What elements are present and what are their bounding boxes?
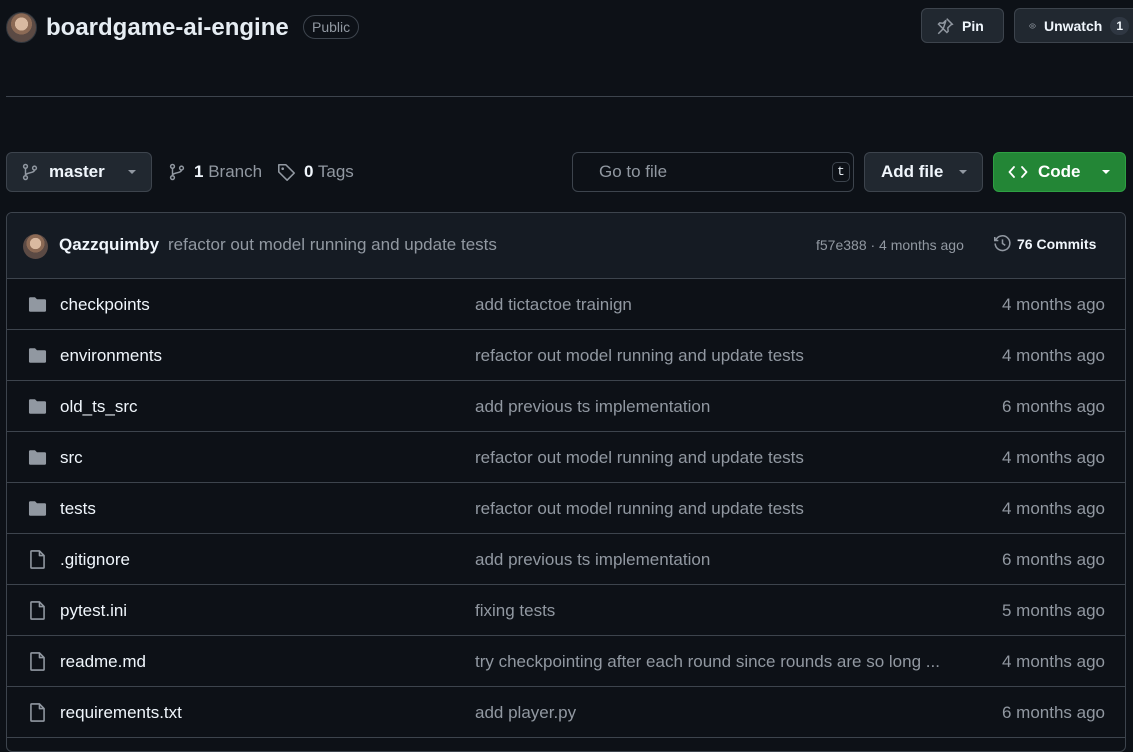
go-to-file-input[interactable]: [597, 161, 822, 183]
file-commit-message[interactable]: refactor out model running and update te…: [475, 448, 955, 468]
file-row[interactable]: environments refactor out model running a…: [7, 330, 1125, 381]
file-commit-date: 4 months ago: [1001, 346, 1105, 365]
file-commit-date: 6 months ago: [1001, 397, 1105, 416]
commits-count: 76 Commits: [1017, 235, 1097, 252]
branch-selector[interactable]: master: [6, 152, 152, 192]
branch-label: Branch: [208, 162, 263, 181]
file-icon: [27, 651, 48, 672]
folder-icon: [27, 498, 48, 519]
author-avatar[interactable]: [23, 234, 48, 259]
folder-icon: [27, 345, 48, 366]
shortcut-hint: t: [832, 162, 850, 182]
tags-link[interactable]: 0 Tags: [277, 152, 354, 192]
file-commit-message[interactable]: refactor out model running and update te…: [475, 499, 955, 519]
file-table: Qazzquimby refactor out model running an…: [6, 212, 1126, 752]
pin-button[interactable]: Pin: [921, 8, 1004, 43]
file-commit-date: 4 months ago: [1001, 448, 1105, 467]
file-row[interactable]: .gitignore add previous ts implementation…: [7, 534, 1125, 585]
file-commit-date: 4 months ago: [1001, 652, 1105, 671]
add-file-button[interactable]: Add file: [864, 152, 983, 192]
repo-title[interactable]: boardgame-ai-engine: [46, 13, 289, 43]
branch-name: master: [49, 162, 105, 181]
tag-icon: [278, 163, 295, 181]
eye-icon: [1029, 23, 1036, 28]
tag-count: 0: [304, 162, 314, 181]
code-button[interactable]: Code: [993, 152, 1126, 192]
branches-link[interactable]: 1 Branch: [168, 152, 262, 192]
file-commit-date: 4 months ago: [1001, 295, 1105, 314]
history-icon: [994, 235, 1011, 252]
file-row[interactable]: pytest.ini fixing tests 5 months ago: [7, 585, 1125, 636]
file-name-link[interactable]: requirements.txt: [60, 703, 182, 723]
file-commit-message[interactable]: add tictactoe trainign: [475, 295, 955, 315]
file-name-link[interactable]: pytest.ini: [60, 601, 127, 621]
file-name-link[interactable]: checkpoints: [60, 295, 150, 315]
file-commit-message[interactable]: fixing tests: [475, 601, 955, 621]
commit-message[interactable]: refactor out model running and update te…: [168, 235, 497, 255]
file-commit-message[interactable]: add player.py: [475, 703, 955, 723]
commit-author[interactable]: Qazzquimby: [59, 235, 159, 255]
file-commit-message[interactable]: add previous ts implementation: [475, 550, 955, 570]
file-name-link[interactable]: readme.md: [60, 652, 146, 672]
tag-label: Tags: [317, 162, 354, 181]
chevron-down-icon: [128, 170, 136, 174]
file-icon: [27, 702, 48, 723]
file-row[interactable]: checkpoints add tictactoe trainign 4 month…: [7, 279, 1125, 330]
pin-label: Pin: [962, 17, 984, 34]
chevron-down-icon: [1102, 170, 1110, 174]
file-commit-message[interactable]: try checkpointing after each round since…: [475, 652, 955, 672]
file-commit-date: 4 months ago: [1001, 499, 1105, 518]
file-row[interactable]: old_ts_src add previous ts implementation…: [7, 381, 1125, 432]
file-commit-message[interactable]: add previous ts implementation: [475, 397, 955, 417]
unwatch-label: Unwatch: [1043, 17, 1103, 34]
file-row[interactable]: readme.md try checkpointing after each ro…: [7, 636, 1125, 687]
file-row[interactable]: tests refactor out model running and upda…: [7, 483, 1125, 534]
file-row[interactable]: src refactor out model running and update…: [7, 432, 1125, 483]
file-name-link[interactable]: old_ts_src: [60, 397, 137, 417]
file-name-link[interactable]: .gitignore: [60, 550, 130, 570]
file-row[interactable]: requirements.txt add player.py 6 months ag…: [7, 687, 1125, 738]
commit-sha-time[interactable]: f57e388 · 4 months ago: [816, 237, 964, 253]
latest-commit-header: Qazzquimby refactor out model running an…: [7, 213, 1125, 279]
code-label: Code: [1038, 162, 1081, 181]
branch-count: 1: [194, 162, 204, 181]
file-commit-date: 5 months ago: [1001, 601, 1105, 620]
go-to-file-search[interactable]: t: [572, 152, 854, 192]
file-icon: [27, 600, 48, 621]
folder-icon: [27, 447, 48, 468]
header-divider: [6, 96, 1133, 97]
branch-icon: [22, 163, 38, 181]
unwatch-button[interactable]: Unwatch 1: [1014, 8, 1133, 43]
folder-icon: [27, 294, 48, 315]
file-commit-date: 6 months ago: [1001, 550, 1105, 569]
owner-avatar[interactable]: [6, 12, 37, 43]
file-commit-message[interactable]: refactor out model running and update te…: [475, 346, 955, 366]
pin-icon: [937, 17, 954, 34]
commits-link[interactable]: 76 Commits: [993, 234, 1096, 253]
file-name-link[interactable]: tests: [60, 499, 96, 519]
file-commit-date: 6 months ago: [1001, 703, 1105, 722]
chevron-down-icon: [959, 170, 967, 174]
watch-count: 1: [1110, 16, 1129, 35]
add-file-label: Add file: [881, 162, 944, 181]
file-name-link[interactable]: environments: [60, 346, 162, 366]
visibility-badge: Public: [303, 15, 360, 39]
file-icon: [27, 549, 48, 570]
branch-icon: [169, 163, 185, 181]
code-icon: [1008, 166, 1028, 178]
folder-icon: [27, 396, 48, 417]
file-name-link[interactable]: src: [60, 448, 83, 468]
